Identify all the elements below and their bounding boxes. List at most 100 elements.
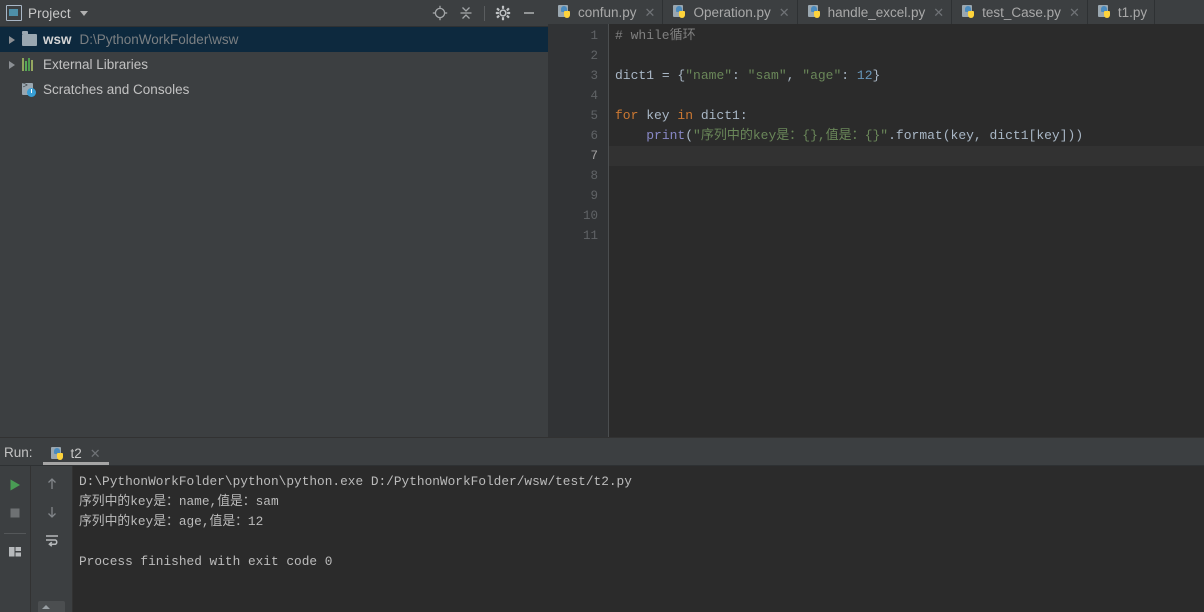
project-panel-header: Project	[0, 0, 548, 27]
editor-tab-operation[interactable]: Operation.py ✕	[663, 0, 798, 24]
code-line: print("序列中的key是：{},值是：{}".format(key, di…	[609, 126, 1204, 146]
code-token: for	[615, 108, 639, 123]
run-tab-t2[interactable]: t2 ✕	[42, 446, 109, 465]
editor-tab-t1[interactable]: t1.py	[1088, 0, 1156, 24]
code-line: dict1 = {"name": "sam", "age": 12}	[609, 66, 1204, 86]
line-number: 4	[590, 89, 598, 103]
line-number: 8	[590, 169, 598, 183]
code-token: "age"	[802, 68, 842, 83]
gear-icon[interactable]	[490, 1, 516, 25]
code-token: ,	[786, 68, 803, 83]
collapse-all-icon[interactable]	[453, 1, 479, 25]
layout-icon[interactable]	[1, 538, 29, 566]
folder-icon	[20, 30, 38, 46]
code-token: :	[841, 68, 857, 83]
line-number-active: 7	[590, 149, 598, 163]
code-token: =	[661, 68, 678, 83]
project-panel-title: Project	[28, 5, 71, 21]
toolbar-divider	[4, 533, 26, 534]
console-line: Process finished with exit code 0	[79, 554, 333, 569]
line-number: 5	[590, 109, 598, 123]
chevron-down-icon[interactable]	[79, 10, 88, 16]
run-panel-label: Run:	[4, 445, 33, 460]
tree-item-path: D:\PythonWorkFolder\wsw	[79, 32, 239, 47]
console-line: 序列中的key是：age,值是：12	[79, 514, 264, 529]
project-tree: wsw D:\PythonWorkFolder\wsw External Lib…	[0, 27, 548, 102]
code-token: :	[732, 68, 748, 83]
libraries-icon	[20, 58, 38, 71]
python-file-icon	[1097, 5, 1112, 19]
line-number: 3	[590, 69, 598, 83]
project-panel-toolbar	[427, 0, 542, 26]
python-file-icon	[673, 5, 687, 19]
run-left-toolbar	[0, 466, 31, 612]
editor-tab-test-case[interactable]: test_Case.py ✕	[952, 0, 1088, 24]
run-panel-header: Run: t2 ✕	[0, 438, 1204, 466]
tree-row-wsw[interactable]: wsw D:\PythonWorkFolder\wsw	[0, 27, 548, 52]
code-token: dict1	[615, 68, 662, 83]
code-token: "sam"	[747, 68, 787, 83]
run-tool-window: Run: t2 ✕ D:\PythonWorkFolder\python\pyt…	[0, 438, 1204, 612]
run-play-icon[interactable]	[1, 471, 29, 499]
line-number: 9	[590, 189, 598, 203]
stop-icon[interactable]	[1, 499, 29, 527]
close-icon[interactable]: ✕	[931, 6, 944, 19]
tree-item-label: Scratches and Consoles	[43, 82, 190, 97]
code-editor[interactable]: 1 2 3 4 5 6 7 8 9 10 11 # while循环 dict1 …	[548, 24, 1204, 437]
python-file-icon	[50, 446, 65, 461]
run-secondary-toolbar	[31, 466, 73, 612]
close-icon[interactable]: ✕	[643, 6, 656, 19]
console-output[interactable]: D:\PythonWorkFolder\python\python.exe D:…	[73, 466, 1204, 612]
editor-tab-handle-excel[interactable]: handle_excel.py ✕	[798, 0, 953, 24]
tree-row-external-libraries[interactable]: External Libraries	[0, 52, 548, 77]
code-token: "	[880, 128, 889, 143]
line-number: 11	[582, 229, 598, 243]
minimize-icon[interactable]	[516, 1, 542, 25]
expand-arrow-icon[interactable]	[4, 35, 20, 44]
chevron-up-icon	[42, 605, 50, 609]
line-number: 10	[582, 209, 598, 223]
scratches-icon	[20, 81, 38, 97]
code-token: "序列中的key是：	[693, 128, 803, 143]
editor-tab-confun[interactable]: confun.py ✕	[548, 0, 664, 24]
close-icon[interactable]: ✕	[777, 6, 790, 19]
code-token: }	[872, 68, 881, 83]
project-tool-window: Project wsw D:\PythonWorkFolder\wsw Exte…	[0, 0, 548, 437]
code-token: dict1:	[693, 108, 748, 123]
code-text[interactable]: # while循环 dict1 = {"name": "sam", "age":…	[609, 24, 1204, 437]
code-token: key	[638, 108, 678, 123]
python-file-icon	[807, 5, 822, 19]
editor-tab-label: handle_excel.py	[827, 4, 926, 20]
code-token: in	[677, 108, 694, 123]
arrow-down-icon[interactable]	[38, 498, 66, 526]
editor-tab-label: t1.py	[1117, 4, 1148, 20]
expand-arrow-icon[interactable]	[4, 60, 20, 69]
arrow-up-icon[interactable]	[38, 470, 66, 498]
toolbar-divider	[484, 5, 485, 21]
line-number-gutter: 1 2 3 4 5 6 7 8 9 10 11	[548, 24, 609, 437]
soft-wrap-icon[interactable]	[38, 526, 66, 554]
code-token: print	[646, 128, 686, 143]
code-token: # while循环	[615, 28, 696, 43]
python-file-icon	[962, 5, 976, 19]
console-line: 序列中的key是：name,值是：sam	[79, 494, 279, 509]
close-icon[interactable]: ✕	[1067, 6, 1080, 19]
tree-row-scratches-and-consoles[interactable]: Scratches and Consoles	[0, 77, 548, 102]
project-title-group[interactable]: Project	[0, 5, 88, 21]
code-token: {}	[864, 128, 881, 143]
run-tab-label: t2	[70, 446, 82, 461]
editor-tab-label: confun.py	[578, 4, 637, 20]
code-token: "name"	[685, 68, 733, 83]
line-number: 6	[590, 129, 598, 143]
locate-target-icon[interactable]	[427, 1, 453, 25]
code-token: ,值是：	[817, 128, 865, 143]
console-line: D:\PythonWorkFolder\python\python.exe D:…	[79, 474, 632, 489]
close-icon[interactable]: ✕	[88, 447, 101, 460]
